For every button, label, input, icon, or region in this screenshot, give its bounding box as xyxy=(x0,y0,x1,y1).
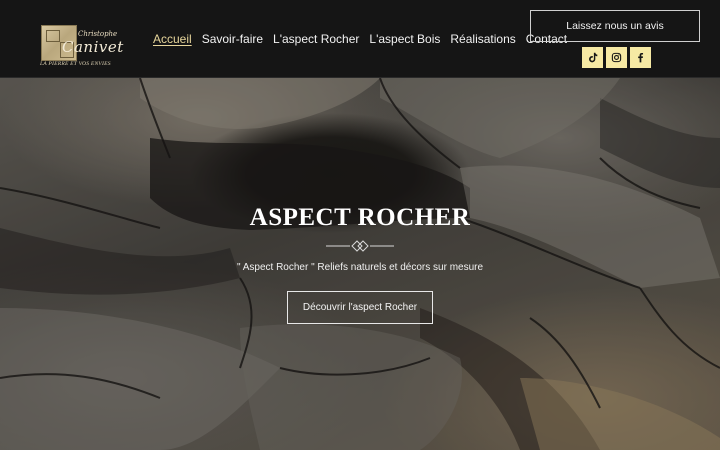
tiktok-icon[interactable] xyxy=(582,47,603,68)
logo-first-name: Christophe xyxy=(78,30,118,38)
nav-item-savoir-faire[interactable]: Savoir-faire xyxy=(202,31,263,47)
discover-rocher-button[interactable]: Découvrir l'aspect Rocher xyxy=(287,291,433,324)
nav-item-accueil[interactable]: Accueil xyxy=(153,31,192,47)
nav-item-realisations[interactable]: Réalisations xyxy=(450,31,515,47)
instagram-icon[interactable] xyxy=(606,47,627,68)
facebook-icon[interactable] xyxy=(630,47,651,68)
site-header: Christophe Canivet LA PIERRE ET VOS ENVI… xyxy=(0,0,720,78)
nav-item-aspect-rocher[interactable]: L'aspect Rocher xyxy=(273,31,359,47)
main-nav: Accueil Savoir-faire L'aspect Rocher L'a… xyxy=(153,31,567,47)
hero-section: ASPECT ROCHER " Aspect Rocher " Reliefs … xyxy=(0,78,720,450)
leave-review-button[interactable]: Laissez nous un avis xyxy=(530,10,700,42)
social-links xyxy=(582,47,651,68)
nav-item-aspect-bois[interactable]: L'aspect Bois xyxy=(369,31,440,47)
logo-last-name: Canivet xyxy=(62,38,124,56)
brand-logo[interactable]: Christophe Canivet LA PIERRE ET VOS ENVI… xyxy=(40,24,123,68)
logo-tagline: LA PIERRE ET VOS ENVIES xyxy=(40,61,111,67)
hero-subtitle: " Aspect Rocher " Reliefs naturels et dé… xyxy=(236,262,484,273)
diamond-divider-icon xyxy=(326,240,394,252)
hero-title: ASPECT ROCHER xyxy=(249,204,471,231)
